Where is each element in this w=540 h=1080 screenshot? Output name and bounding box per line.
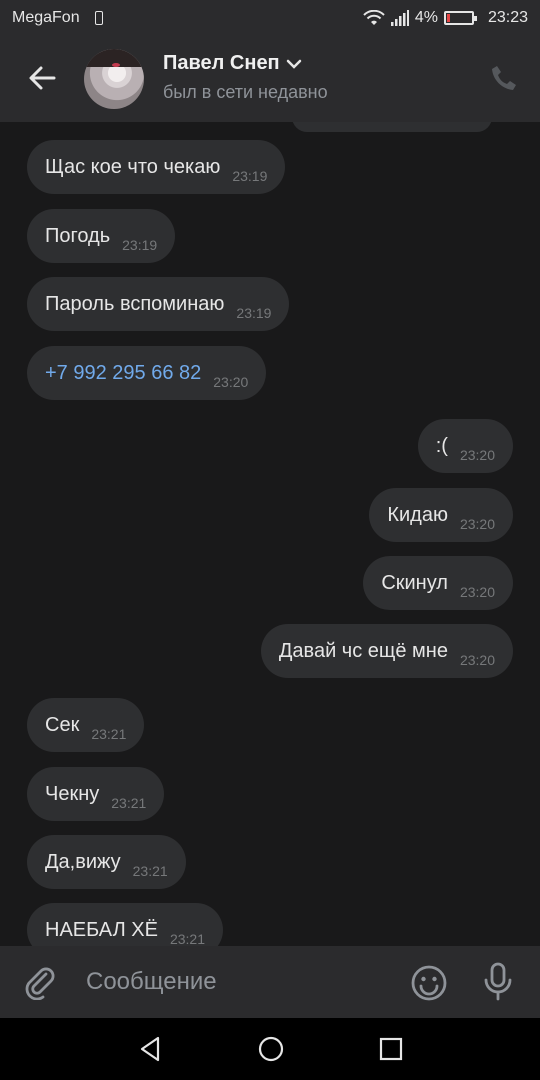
message-text: Сек — [45, 713, 80, 736]
battery-icon — [443, 11, 477, 25]
nav-home-icon[interactable] — [256, 1034, 286, 1064]
system-navigation-bar — [0, 1018, 540, 1080]
emoji-icon[interactable] — [410, 964, 448, 1002]
message-text: Погодь — [45, 224, 111, 247]
microphone-icon[interactable] — [480, 962, 516, 1002]
message-bubble[interactable]: Пароль вспоминаю 23:19 — [27, 277, 290, 331]
message-list[interactable]: Щас кое что чекаю 23:19 Погодь 23:19 Пар… — [0, 122, 540, 946]
nav-recent-apps-icon[interactable] — [376, 1034, 406, 1064]
phone-icon[interactable] — [488, 62, 520, 94]
message-text: Пароль вспоминаю — [45, 292, 225, 315]
clock: 23:23 — [487, 9, 528, 26]
wifi-icon — [363, 10, 385, 25]
message-time: 23:20 — [213, 374, 249, 390]
previous-message-bubble — [292, 122, 492, 132]
nav-back-icon[interactable] — [136, 1034, 166, 1064]
back-arrow-icon[interactable] — [22, 58, 62, 98]
contact-name[interactable]: Павел Снеп — [163, 52, 302, 75]
message-bubble-outgoing[interactable]: Кидаю 23:20 — [369, 488, 513, 542]
avatar[interactable] — [84, 49, 144, 109]
message-bubble-outgoing[interactable]: :( 23:20 — [417, 419, 513, 473]
message-time: 23:19 — [236, 305, 272, 321]
message-text: НАЕБАЛ ХЁ — [45, 918, 158, 941]
message-time: 23:20 — [459, 584, 495, 600]
message-time: 23:20 — [459, 516, 495, 532]
sim-icon — [95, 11, 103, 25]
message-time: 23:21 — [132, 863, 168, 879]
message-time: 23:19 — [122, 237, 158, 253]
carrier-name: MegaFon — [12, 9, 80, 26]
message-bubble[interactable]: Чекну 23:21 — [27, 767, 165, 821]
status-bar: MegaFon 4% 23:23 — [0, 0, 540, 36]
message-bubble-outgoing[interactable]: Скинул 23:20 — [363, 556, 513, 610]
message-bubble[interactable]: Погодь 23:19 — [27, 209, 176, 263]
message-time: 23:21 — [111, 795, 147, 811]
message-text: Скинул — [381, 571, 448, 594]
message-text: :( — [435, 434, 448, 457]
message-time: 23:21 — [91, 726, 127, 742]
message-bubble[interactable]: Щас кое что чекаю 23:19 — [27, 140, 286, 194]
message-bubble[interactable]: +7 992 295 66 82 23:20 — [27, 346, 267, 400]
battery-percent: 4% — [414, 9, 438, 26]
message-text: Чекну — [45, 782, 100, 805]
message-time: 23:20 — [459, 652, 495, 668]
message-time: 23:19 — [232, 168, 268, 184]
message-bubble-outgoing[interactable]: Давай чс ещё мне 23:20 — [260, 624, 513, 678]
message-text: Кидаю — [387, 503, 448, 526]
contact-name-text: Павел Снеп — [163, 52, 280, 74]
phone-number-link[interactable]: +7 992 295 66 82 — [45, 362, 201, 385]
signal-icon — [390, 10, 409, 26]
chat-header: Павел Снеп был в сети недавно — [0, 36, 540, 122]
paperclip-icon[interactable] — [22, 964, 58, 1000]
message-bubble[interactable]: Сек 23:21 — [27, 698, 145, 752]
message-input[interactable]: Сообщение — [86, 968, 217, 996]
message-text: Давай чс ещё мне — [278, 639, 448, 662]
message-text: Да,вижу — [45, 850, 121, 873]
message-text: Щас кое что чекаю — [45, 155, 221, 178]
message-composer: Сообщение — [0, 946, 540, 1018]
message-time: 23:20 — [459, 447, 495, 463]
message-bubble[interactable]: НАЕБАЛ ХЁ 23:21 — [27, 903, 224, 946]
chevron-down-icon — [286, 59, 301, 69]
message-time: 23:21 — [169, 931, 206, 946]
contact-status: был в сети недавно — [163, 82, 328, 102]
message-bubble[interactable]: Да,вижу 23:21 — [27, 835, 186, 889]
